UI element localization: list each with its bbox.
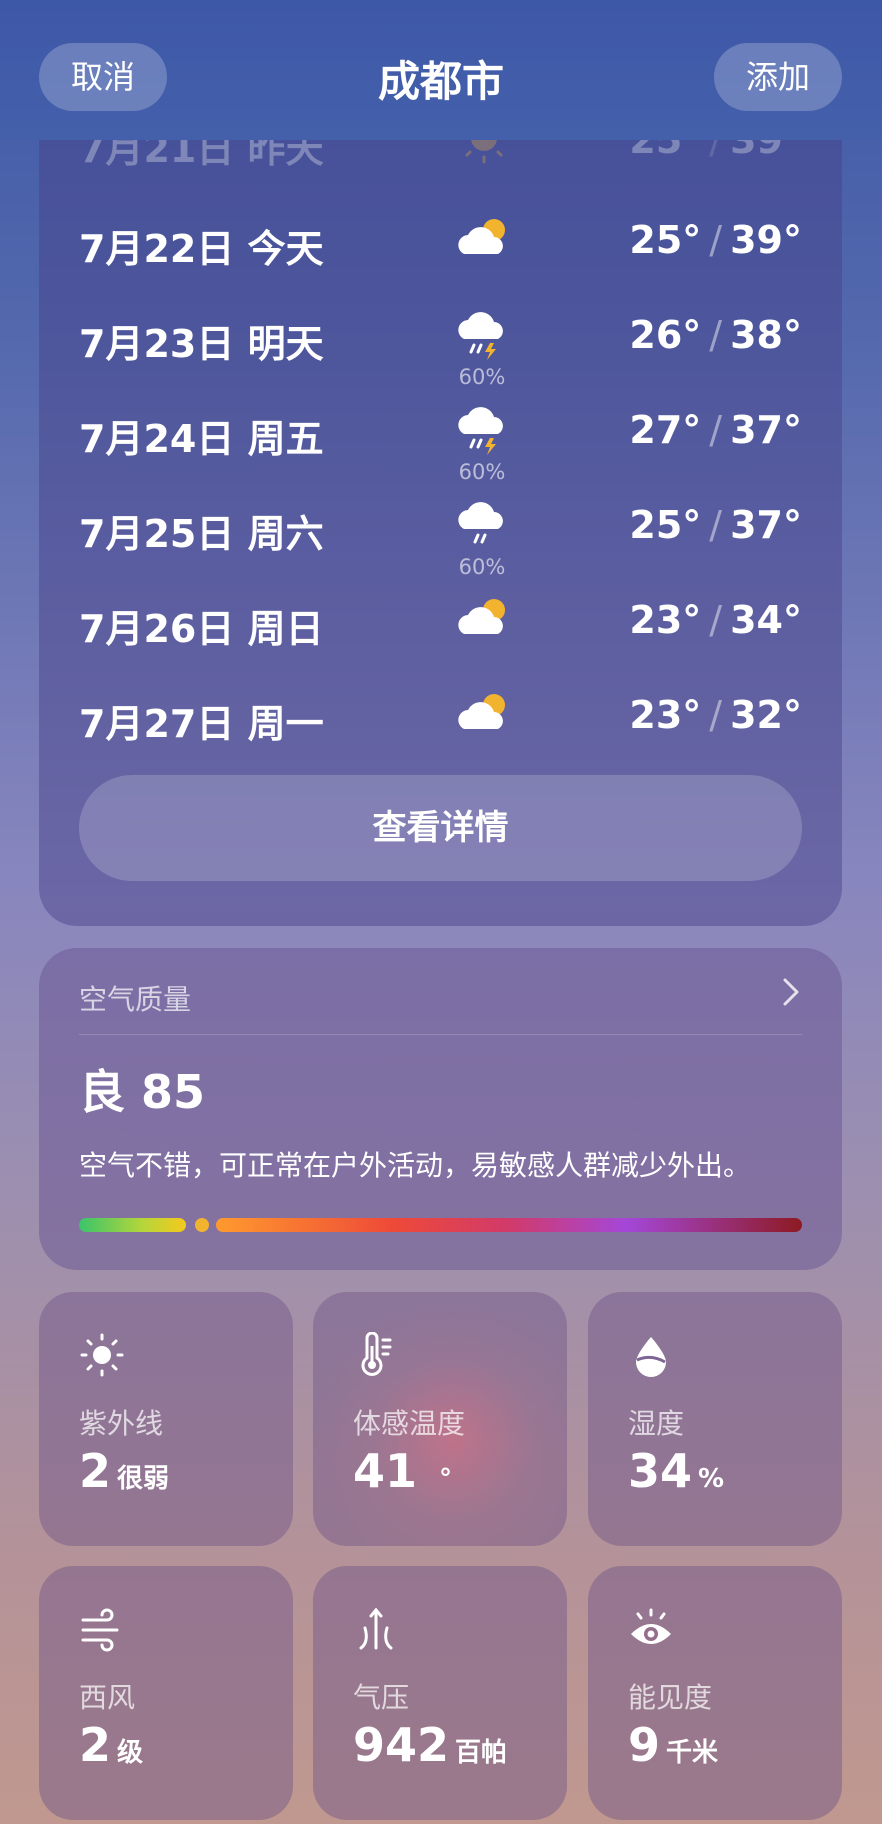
wind-icon bbox=[81, 1608, 119, 1652]
partly-cloudy-icon bbox=[458, 599, 505, 634]
tile-label: 湿度 bbox=[628, 1407, 685, 1440]
pressure-icon bbox=[359, 1607, 393, 1650]
forecast-temp: 26°/38° bbox=[629, 313, 802, 357]
feels-like-tile[interactable]: 体感温度 41 ° bbox=[313, 1292, 567, 1546]
tile-label: 西风 bbox=[79, 1681, 136, 1714]
forecast-card: 7月21日 昨天 25°/39° 7月22日 今天 25°/39° 7月23日 … bbox=[39, 100, 842, 926]
view-details-button[interactable]: 查看详情 bbox=[79, 775, 802, 881]
forecast-date: 7月27日 周一 bbox=[79, 702, 324, 746]
forecast-date: 7月25日 周六 bbox=[79, 512, 324, 556]
precip-chance: 60% bbox=[458, 365, 506, 389]
forecast-temp: 27°/37° bbox=[629, 408, 802, 452]
divider bbox=[79, 1034, 802, 1035]
humidity-icon bbox=[636, 1337, 666, 1377]
tile-value: 942 百帕 bbox=[353, 1718, 508, 1772]
forecast-temp: 25°/39° bbox=[629, 218, 802, 262]
partly-cloudy-icon bbox=[458, 694, 505, 729]
precip-chance: 60% bbox=[458, 460, 506, 484]
forecast-row[interactable]: 7月26日 周日 23°/34° bbox=[79, 580, 802, 660]
add-button[interactable]: 添加 bbox=[714, 43, 842, 111]
forecast-temp: 23°/32° bbox=[629, 693, 802, 737]
forecast-row[interactable]: 7月23日 明天 60% 26°/38° bbox=[79, 295, 802, 389]
thermometer-icon bbox=[361, 1332, 392, 1376]
tile-label: 能见度 bbox=[628, 1681, 713, 1714]
forecast-row[interactable]: 7月27日 周一 23°/32° bbox=[79, 675, 802, 755]
forecast-temp: 23°/34° bbox=[629, 598, 802, 642]
forecast-row[interactable]: 7月25日 周六 60% 25°/37° bbox=[79, 485, 802, 579]
forecast-date: 7月22日 今天 bbox=[79, 227, 324, 271]
wind-tile[interactable]: 西风 2级 bbox=[39, 1566, 293, 1820]
partly-cloudy-icon bbox=[458, 219, 505, 254]
forecast-date: 7月24日 周五 bbox=[79, 417, 324, 461]
aqi-value: 良 85 bbox=[79, 1065, 206, 1119]
forecast-row[interactable]: 7月22日 今天 25°/39° bbox=[79, 200, 802, 280]
aqi-scale-bar bbox=[79, 1218, 802, 1232]
pressure-tile[interactable]: 气压 942 百帕 bbox=[313, 1566, 567, 1820]
tile-label: 体感温度 bbox=[353, 1407, 466, 1440]
precip-chance: 60% bbox=[458, 555, 506, 579]
tile-value: 41 ° bbox=[353, 1444, 453, 1498]
forecast-date: 7月26日 周日 bbox=[79, 607, 324, 651]
forecast-temp: 25°/37° bbox=[629, 503, 802, 547]
top-bar: 取消 成都市 添加 bbox=[0, 0, 882, 140]
forecast-date: 7月23日 明天 bbox=[79, 322, 324, 366]
tile-value: 2 很弱 bbox=[79, 1444, 170, 1498]
humidity-tile[interactable]: 湿度 34% bbox=[588, 1292, 842, 1546]
tile-label: 气压 bbox=[353, 1681, 410, 1714]
tile-value: 9 千米 bbox=[628, 1718, 719, 1772]
air-quality-label: 空气质量 bbox=[79, 983, 192, 1016]
chevron-right-icon[interactable] bbox=[776, 974, 806, 1010]
tile-label: 紫外线 bbox=[79, 1407, 164, 1440]
aqi-indicator-dot bbox=[195, 1218, 209, 1232]
tile-value: 2级 bbox=[79, 1718, 144, 1772]
tile-value: 34% bbox=[628, 1444, 725, 1498]
thunderstorm-icon bbox=[458, 312, 503, 360]
air-quality-card[interactable]: 空气质量 良 85 空气不错，可正常在户外活动，易敏感人群减少外出。 bbox=[39, 948, 842, 1270]
visibility-tile[interactable]: 能见度 9 千米 bbox=[588, 1566, 842, 1820]
thunderstorm-icon bbox=[458, 407, 503, 455]
sun-icon bbox=[80, 1333, 124, 1377]
aqi-description: 空气不错，可正常在户外活动，易敏感人群减少外出。 bbox=[79, 1149, 752, 1182]
rain-icon bbox=[458, 502, 503, 544]
uv-tile[interactable]: 紫外线 2 很弱 bbox=[39, 1292, 293, 1546]
eye-icon bbox=[631, 1608, 671, 1644]
forecast-row[interactable]: 7月24日 周五 60% 27°/37° bbox=[79, 390, 802, 484]
